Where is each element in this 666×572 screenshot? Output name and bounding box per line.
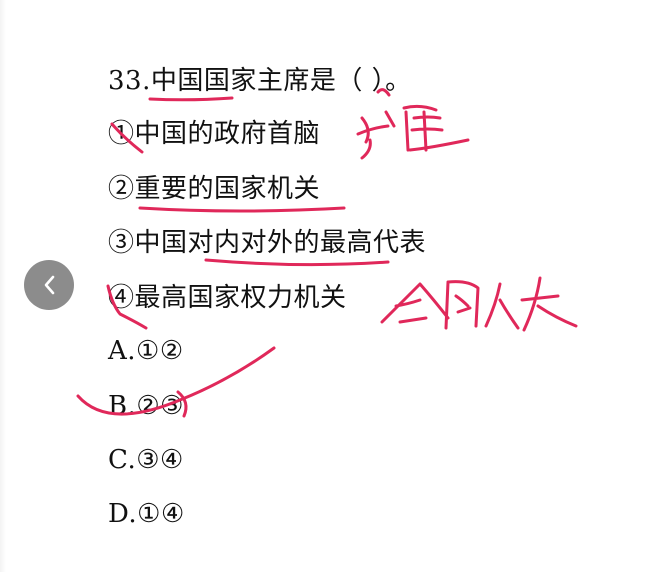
page-edge-shadow (0, 0, 6, 572)
option-d: D.①④ (108, 499, 185, 529)
question-title: 33.中国国家主席是（ ）。 (108, 66, 412, 96)
statement-1: ①中国的政府首脑 (108, 119, 321, 149)
chevron-left-icon (44, 275, 55, 295)
underline-item-3 (204, 258, 390, 267)
option-a: A.①② (108, 336, 184, 366)
underline-title (148, 96, 234, 102)
statement-2: ②重要的国家机关 (108, 174, 321, 204)
option-c: C.③④ (108, 445, 184, 475)
handwritten-note-1 (356, 104, 470, 160)
back-button[interactable] (24, 260, 74, 310)
underline-item-2 (138, 206, 346, 213)
option-b: B.②③ (108, 391, 184, 421)
statement-4: ④最高国家权力机关 (108, 283, 347, 313)
statement-3: ③中国对内对外的最高代表 (108, 228, 427, 258)
handwritten-note-2 (380, 276, 578, 332)
